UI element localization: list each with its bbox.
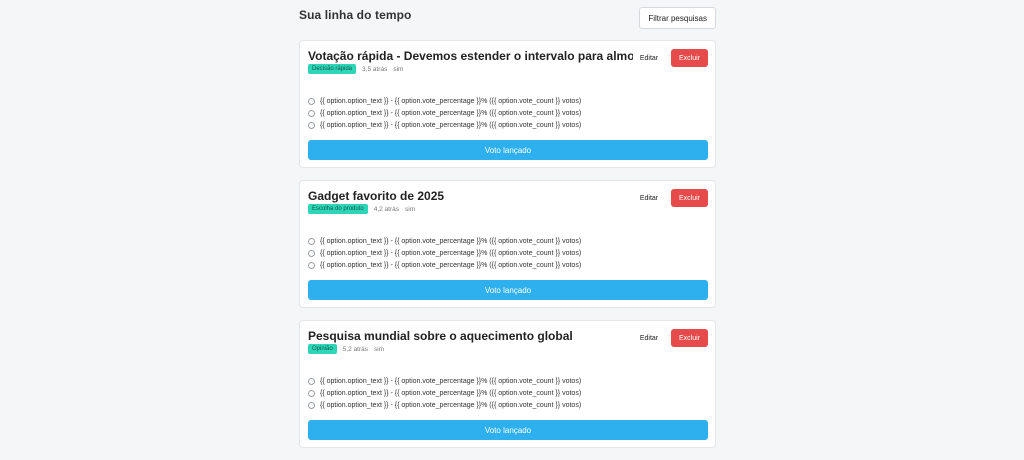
vote-button[interactable]: Voto lançado xyxy=(308,140,708,160)
poll-meta: Opinião 5,2 atrás sim xyxy=(308,344,384,354)
edit-button[interactable]: Editar xyxy=(633,329,665,347)
vote-button[interactable]: Voto lançado xyxy=(308,420,708,440)
poll-option-label: {{ option.option_text }} - {{ option.vot… xyxy=(320,97,582,105)
poll-option[interactable]: {{ option.option_text }} - {{ option.vot… xyxy=(308,235,581,247)
poll-option-label: {{ option.option_text }} - {{ option.vot… xyxy=(320,261,582,269)
radio-icon[interactable] xyxy=(308,109,315,117)
poll-option-label: {{ option.option_text }} - {{ option.vot… xyxy=(320,109,582,117)
poll-time-ago: 4,2 atrás xyxy=(373,205,399,213)
poll-category-badge: Decisão rápida xyxy=(308,64,357,74)
poll-options: {{ option.option_text }} - {{ option.vot… xyxy=(308,375,581,411)
delete-button[interactable]: Excluir xyxy=(671,189,708,207)
poll-time-ago: 3,5 atrás xyxy=(362,65,388,73)
poll-option[interactable]: {{ option.option_text }} - {{ option.vot… xyxy=(308,259,581,271)
poll-title: Votação rápida - Devemos estender o inte… xyxy=(308,49,656,63)
filter-polls-button[interactable]: Filtrar pesquisas xyxy=(639,7,716,29)
poll-option[interactable]: {{ option.option_text }} - {{ option.vot… xyxy=(308,247,581,259)
poll-category-badge: Escolha do produto xyxy=(308,204,368,214)
vote-button[interactable]: Voto lançado xyxy=(308,280,708,300)
edit-button[interactable]: Editar xyxy=(633,49,665,67)
poll-option[interactable]: {{ option.option_text }} - {{ option.vot… xyxy=(308,119,581,131)
poll-options: {{ option.option_text }} - {{ option.vot… xyxy=(308,95,581,131)
poll-card: Votação rápida - Devemos estender o inte… xyxy=(299,40,716,168)
radio-icon[interactable] xyxy=(308,377,315,385)
poll-extra: sim xyxy=(393,65,404,73)
radio-icon[interactable] xyxy=(308,389,315,397)
radio-icon[interactable] xyxy=(308,97,315,105)
edit-button[interactable]: Editar xyxy=(633,189,665,207)
poll-title: Gadget favorito de 2025 xyxy=(308,189,445,203)
poll-extra: sim xyxy=(405,205,416,213)
poll-meta: Decisão rápida 3,5 atrás sim xyxy=(308,64,403,74)
poll-card: Gadget favorito de 2025 Escolha do produ… xyxy=(299,180,716,308)
poll-option[interactable]: {{ option.option_text }} - {{ option.vot… xyxy=(308,95,581,107)
delete-button[interactable]: Excluir xyxy=(671,329,708,347)
poll-option[interactable]: {{ option.option_text }} - {{ option.vot… xyxy=(308,387,581,399)
delete-button[interactable]: Excluir xyxy=(671,49,708,67)
poll-option-label: {{ option.option_text }} - {{ option.vot… xyxy=(320,377,582,385)
poll-option-label: {{ option.option_text }} - {{ option.vot… xyxy=(320,121,582,129)
poll-meta: Escolha do produto 4,2 atrás sim xyxy=(308,204,415,214)
page-title: Sua linha do tempo xyxy=(299,8,412,22)
timeline-header: Sua linha do tempo Filtrar pesquisas xyxy=(299,0,716,36)
poll-option-label: {{ option.option_text }} - {{ option.vot… xyxy=(320,401,582,409)
radio-icon[interactable] xyxy=(308,249,315,257)
poll-title: Pesquisa mundial sobre o aquecimento glo… xyxy=(308,329,573,343)
poll-option-label: {{ option.option_text }} - {{ option.vot… xyxy=(320,249,582,257)
poll-extra: sim xyxy=(373,345,385,353)
radio-icon[interactable] xyxy=(308,237,315,245)
poll-option[interactable]: {{ option.option_text }} - {{ option.vot… xyxy=(308,399,581,411)
radio-icon[interactable] xyxy=(308,121,315,129)
radio-icon[interactable] xyxy=(308,401,315,409)
poll-option[interactable]: {{ option.option_text }} - {{ option.vot… xyxy=(308,375,581,387)
timeline-container: Sua linha do tempo Filtrar pesquisas Vot… xyxy=(299,0,716,448)
poll-option-label: {{ option.option_text }} - {{ option.vot… xyxy=(320,389,582,397)
poll-category-badge: Opinião xyxy=(308,344,337,354)
poll-card: Pesquisa mundial sobre o aquecimento glo… xyxy=(299,320,716,448)
poll-option-label: {{ option.option_text }} - {{ option.vot… xyxy=(320,237,582,245)
radio-icon[interactable] xyxy=(308,261,315,269)
poll-time-ago: 5,2 atrás xyxy=(342,345,368,353)
poll-option[interactable]: {{ option.option_text }} - {{ option.vot… xyxy=(308,107,581,119)
poll-options: {{ option.option_text }} - {{ option.vot… xyxy=(308,235,581,271)
